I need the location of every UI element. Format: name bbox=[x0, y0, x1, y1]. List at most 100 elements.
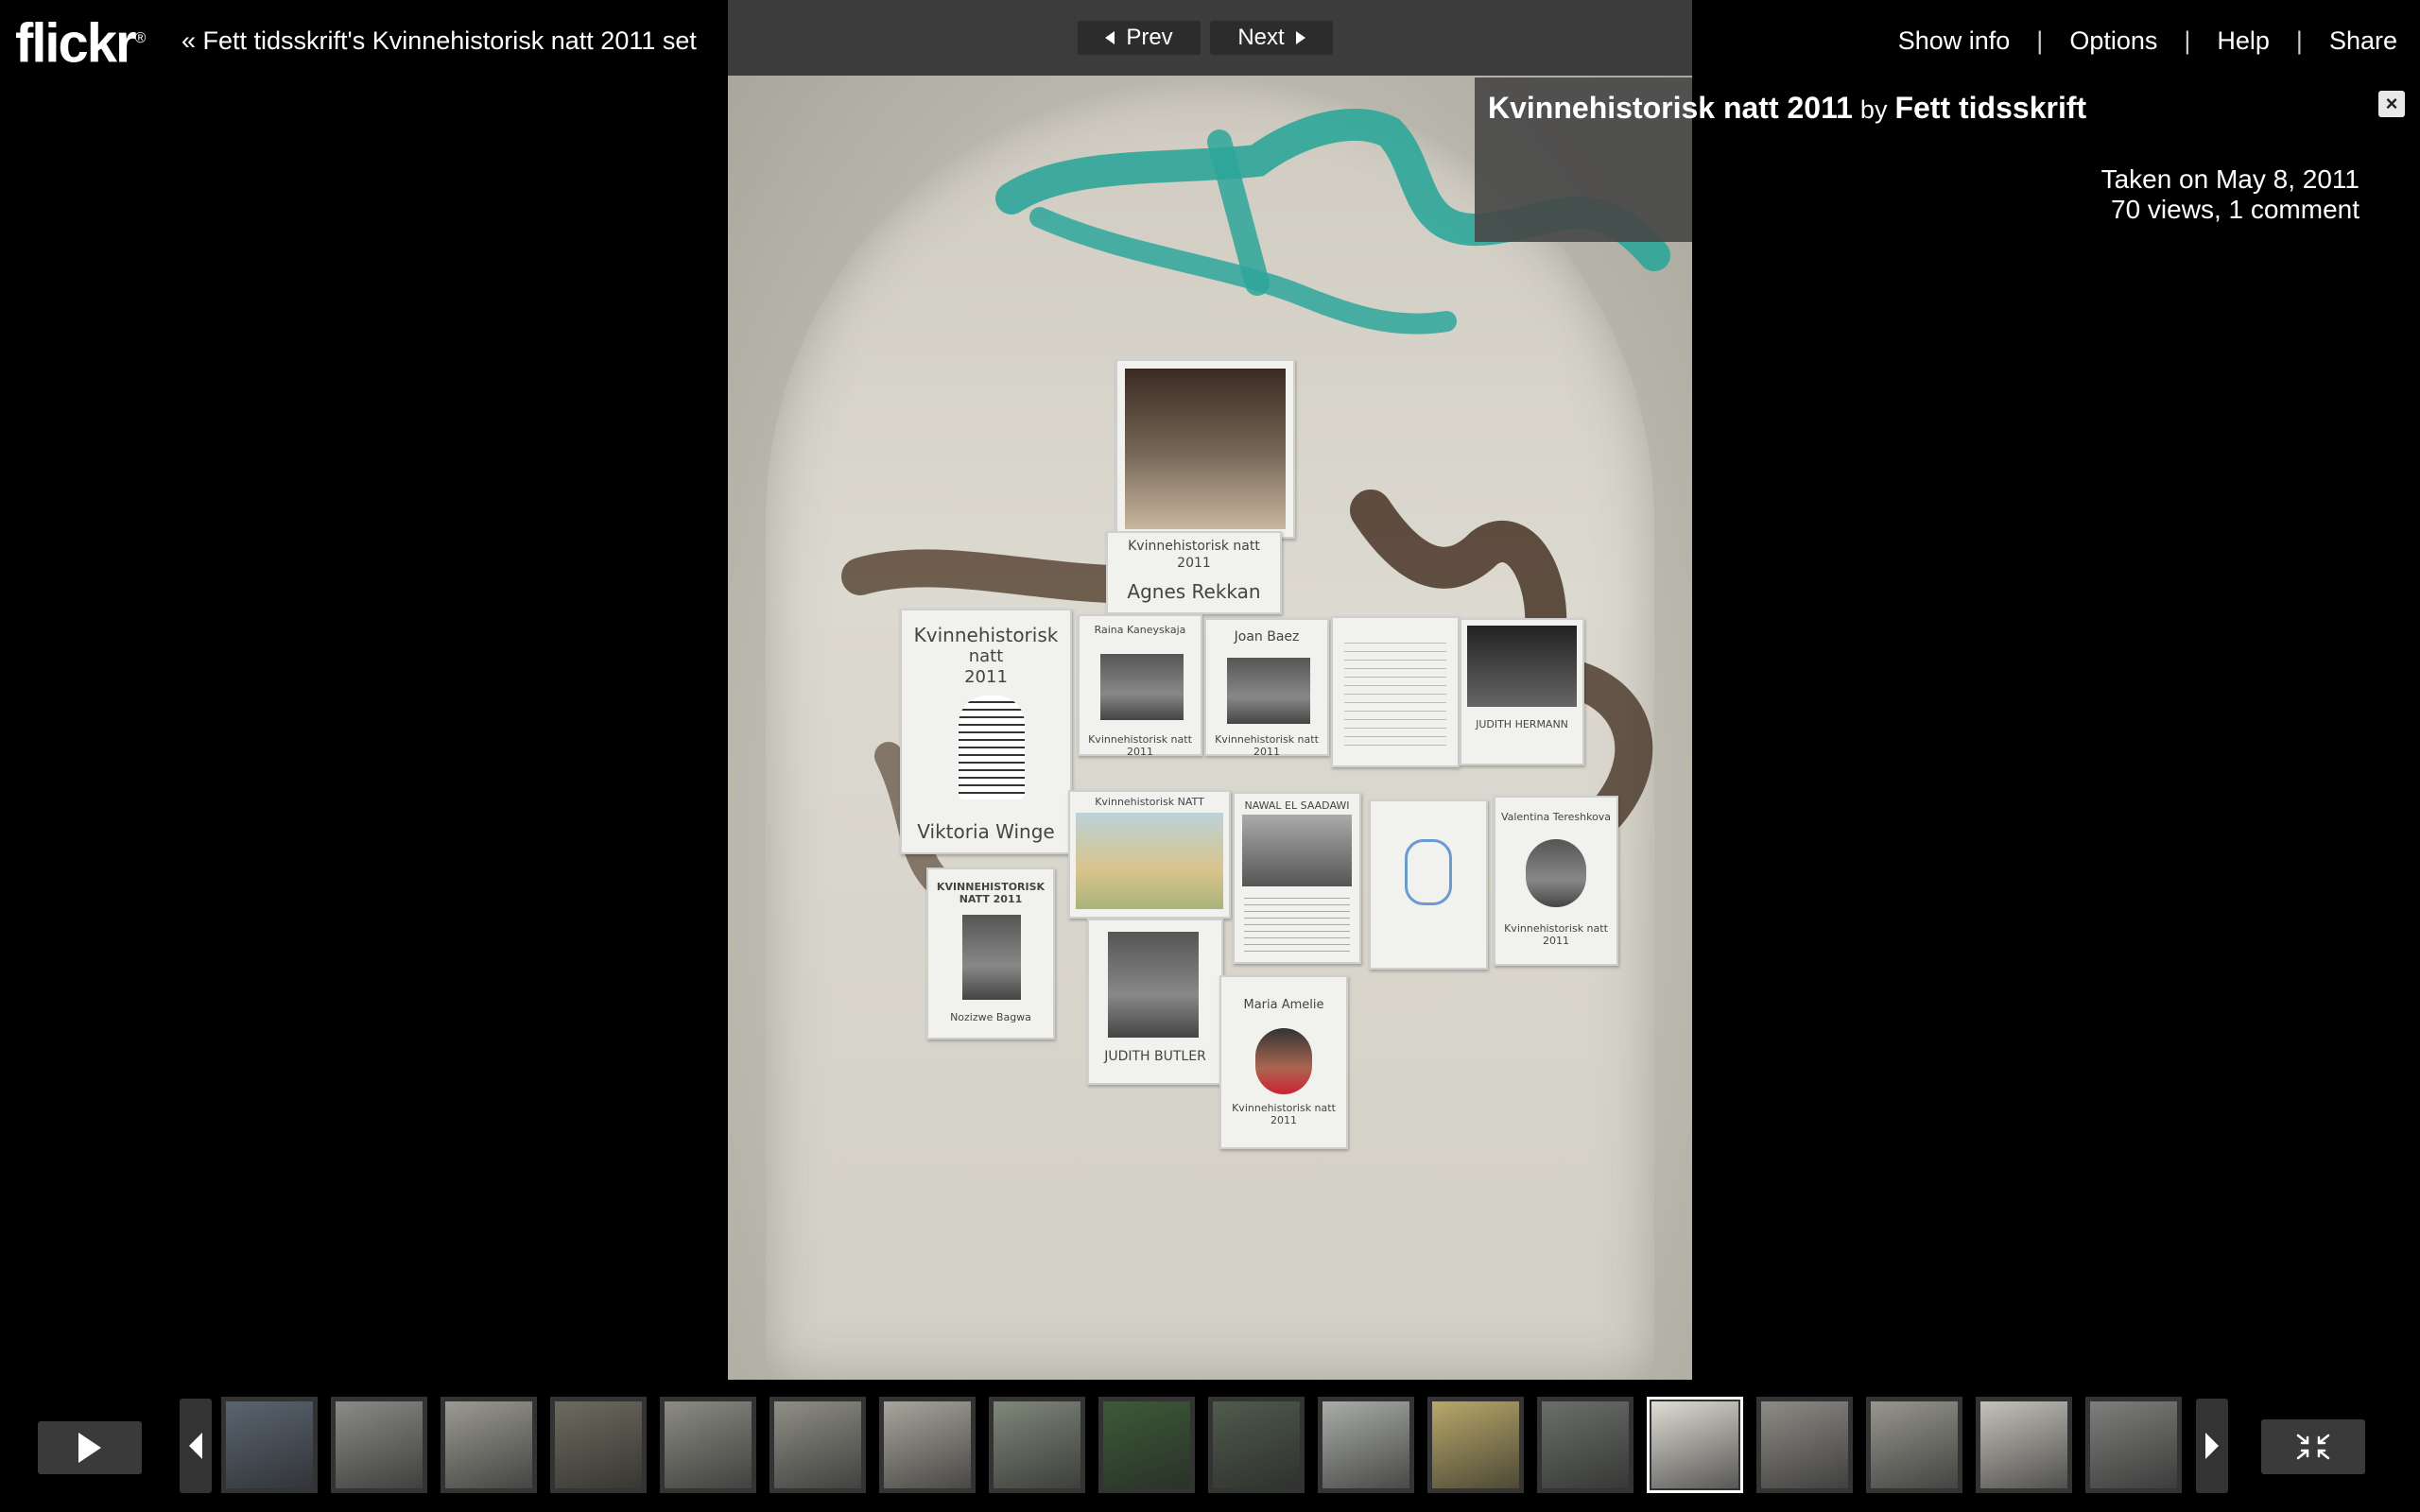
poster-text: Viktoria Winge bbox=[917, 820, 1055, 843]
photo-title[interactable]: Kvinnehistorisk natt 2011 bbox=[1488, 91, 1853, 125]
next-button[interactable]: Next bbox=[1210, 21, 1333, 55]
next-label: Next bbox=[1237, 25, 1285, 50]
thumb-image bbox=[2090, 1401, 2177, 1488]
poster-album-cover bbox=[1115, 359, 1295, 539]
poster-text: natt bbox=[968, 646, 1004, 666]
poster-agnes-rekkan: Kvinnehistorisk natt 2011 Agnes Rekkan bbox=[1106, 531, 1282, 614]
arrow-right-icon bbox=[2205, 1433, 2219, 1459]
poster-text: Joan Baez bbox=[1234, 629, 1300, 644]
share-link[interactable]: Share bbox=[2329, 25, 2397, 57]
filmstrip-thumb[interactable] bbox=[1756, 1397, 1853, 1493]
poster-judith-butler: JUDITH BUTLER bbox=[1087, 919, 1223, 1085]
poster-maria-amelie: Maria Amelie Kvinnehistorisk natt 2011 bbox=[1219, 975, 1348, 1149]
poster-raina: Raina Kaneyskaja Kvinnehistorisk natt 20… bbox=[1078, 614, 1202, 758]
filmstrip-thumb[interactable] bbox=[1866, 1397, 1962, 1493]
thumb-image bbox=[1980, 1401, 2067, 1488]
slideshow-play-button[interactable] bbox=[38, 1421, 142, 1474]
help-link[interactable]: Help bbox=[2217, 25, 2270, 57]
menu-separator: | bbox=[2036, 26, 2044, 55]
poster-text: Kvinnehistorisk natt 2011 bbox=[1232, 1102, 1336, 1126]
poster-text: Agnes Rekkan bbox=[1127, 580, 1261, 603]
filmstrip-next-button[interactable] bbox=[2196, 1399, 2228, 1493]
thumb-image bbox=[555, 1401, 642, 1488]
filmstrip-prev-button[interactable] bbox=[180, 1399, 212, 1493]
flickr-logo[interactable]: flickr® bbox=[15, 6, 147, 77]
thumb-image bbox=[1432, 1401, 1519, 1488]
filmstrip-thumb[interactable] bbox=[1537, 1397, 1634, 1493]
poster-text: 2011 bbox=[1177, 556, 1211, 571]
menu-separator: | bbox=[2184, 26, 2191, 55]
show-info-link[interactable]: Show info bbox=[1898, 25, 2011, 57]
thumb-image bbox=[1871, 1401, 1958, 1488]
prev-button[interactable]: Prev bbox=[1078, 21, 1201, 55]
thumb-image bbox=[1651, 1401, 1738, 1488]
shrink-icon bbox=[2296, 1434, 2330, 1460]
close-icon[interactable]: × bbox=[2378, 91, 2405, 117]
poster-text: 2011 bbox=[964, 667, 1008, 687]
poster-joan-baez: Joan Baez Kvinnehistorisk natt 2011 bbox=[1204, 618, 1329, 758]
top-menu: Show info | Options | Help | Share bbox=[1898, 25, 2397, 57]
triangle-left-icon bbox=[1105, 31, 1115, 44]
poster-text: JUDITH BUTLER bbox=[1104, 1049, 1206, 1064]
logo-text: flickr bbox=[15, 12, 137, 75]
poster-text: Maria Amelie bbox=[1243, 998, 1324, 1012]
filmstrip-thumb[interactable] bbox=[660, 1397, 756, 1493]
poster-text: JUDITH HERMANN bbox=[1476, 718, 1568, 730]
poster-text: Kvinnehistorisk NATT bbox=[1095, 796, 1204, 808]
main-photo[interactable]: Kvinnehistorisk natt 2011 Agnes Rekkan K… bbox=[728, 76, 1692, 1380]
options-link[interactable]: Options bbox=[2069, 25, 2157, 57]
poster-viktoria-winge: Kvinnehistorisk natt 2011 Viktoria Winge bbox=[900, 609, 1072, 854]
poster-text: KVINNEHISTORISK NATT 2011 bbox=[936, 881, 1046, 905]
poster-astronaut-sketch bbox=[1369, 799, 1488, 970]
filmstrip-thumb[interactable] bbox=[331, 1397, 427, 1493]
thumb-image bbox=[226, 1401, 313, 1488]
poster-text: Raina Kaneyskaja bbox=[1094, 624, 1186, 636]
filmstrip-thumb[interactable] bbox=[879, 1397, 976, 1493]
photo-meta: Taken on May 8, 2011 70 views, 1 comment bbox=[2101, 164, 2360, 225]
poster-text: Kvinnehistorisk bbox=[913, 624, 1059, 646]
exit-fullscreen-button[interactable] bbox=[2261, 1419, 2365, 1474]
set-link[interactable]: « Fett tidsskrift's Kvinnehistorisk natt… bbox=[182, 25, 697, 57]
poster-text: Kvinnehistorisk natt 2011 bbox=[1088, 733, 1192, 758]
filmstrip-thumb[interactable] bbox=[1427, 1397, 1524, 1493]
filmstrip-thumb[interactable] bbox=[1318, 1397, 1414, 1493]
photo-title-line: Kvinnehistorisk natt 2011 by Fett tidsskri… bbox=[1488, 89, 2086, 129]
poster-landscape: Kvinnehistorisk NATT bbox=[1068, 790, 1231, 919]
poster-judith-hermann: JUDITH HERMANN bbox=[1460, 618, 1584, 765]
thumb-image bbox=[994, 1401, 1080, 1488]
thumb-image bbox=[336, 1401, 423, 1488]
poster-nawal-el-saadawi: NAWAL EL SAADAWI bbox=[1233, 792, 1361, 964]
filmstrip-thumb[interactable] bbox=[550, 1397, 647, 1493]
filmstrip-thumb[interactable] bbox=[769, 1397, 866, 1493]
poster-text: Kvinnehistorisk natt 2011 bbox=[1504, 922, 1608, 947]
poster-text: Nozizwe Bagwa bbox=[950, 1011, 1031, 1023]
poster-text: Valentina Tereshkova bbox=[1500, 811, 1612, 823]
logo-registered-mark: ® bbox=[134, 30, 147, 46]
filmstrip bbox=[221, 1397, 2182, 1493]
thumb-image bbox=[1542, 1401, 1629, 1488]
filmstrip-thumb[interactable] bbox=[1976, 1397, 2072, 1493]
photo-nav-bar: Prev Next bbox=[728, 0, 1692, 76]
poster-text: NAWAL EL SAADAWI bbox=[1244, 799, 1350, 812]
filmstrip-thumb[interactable] bbox=[1098, 1397, 1195, 1493]
thumb-image bbox=[884, 1401, 971, 1488]
filmstrip-thumb-selected[interactable] bbox=[1647, 1397, 1743, 1493]
photo-stats: 70 views, 1 comment bbox=[2111, 195, 2360, 224]
filmstrip-thumb[interactable] bbox=[441, 1397, 537, 1493]
play-icon bbox=[78, 1433, 101, 1463]
thumb-image bbox=[445, 1401, 532, 1488]
filmstrip-thumb[interactable] bbox=[221, 1397, 318, 1493]
photo-owner[interactable]: Fett tidsskrift bbox=[1894, 91, 2086, 125]
by-label: by bbox=[1859, 95, 1888, 124]
prev-label: Prev bbox=[1126, 25, 1173, 50]
filmstrip-thumb[interactable] bbox=[2085, 1397, 2182, 1493]
filmstrip-thumb[interactable] bbox=[989, 1397, 1085, 1493]
poster-nozizwe: KVINNEHISTORISK NATT 2011 Nozizwe Bagwa bbox=[926, 868, 1055, 1040]
thumb-image bbox=[1103, 1401, 1190, 1488]
arrow-left-icon bbox=[189, 1433, 202, 1459]
poster-text: Kvinnehistorisk natt 2011 bbox=[1215, 733, 1319, 758]
poster-text: Kvinnehistorisk natt bbox=[1128, 539, 1260, 554]
poster-text-sheet bbox=[1331, 616, 1460, 767]
taken-date: Taken on May 8, 2011 bbox=[2100, 164, 2360, 194]
filmstrip-thumb[interactable] bbox=[1208, 1397, 1305, 1493]
